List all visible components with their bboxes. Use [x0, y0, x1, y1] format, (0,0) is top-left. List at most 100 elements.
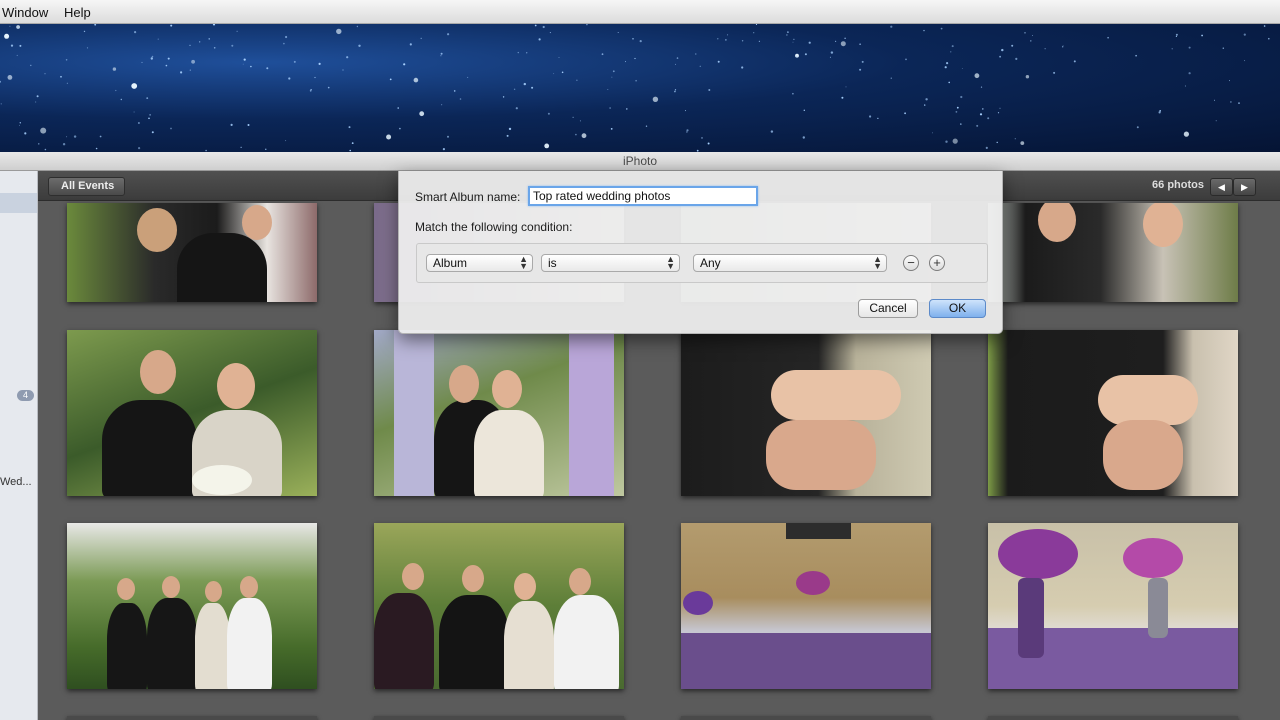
- star: [95, 147, 98, 150]
- star: [999, 107, 1001, 109]
- star: [36, 95, 39, 98]
- photo-thumbnail[interactable]: [67, 716, 317, 720]
- star: [346, 56, 349, 59]
- star: [632, 38, 634, 40]
- star: [441, 104, 443, 106]
- condition-value-popup[interactable]: Any ▲ ▼: [693, 254, 887, 272]
- photo-thumbnail[interactable]: [67, 203, 317, 302]
- photo-thumbnail[interactable]: [681, 523, 931, 689]
- star: [120, 98, 123, 101]
- star: [792, 92, 794, 95]
- condition-operator-popup[interactable]: is ▲ ▼: [541, 254, 680, 272]
- star: [397, 107, 400, 109]
- star: [149, 114, 152, 116]
- star: [134, 31, 137, 34]
- photo-thumbnail[interactable]: [681, 330, 931, 496]
- star: [802, 136, 805, 139]
- star: [1014, 138, 1016, 140]
- photo-thumbnail[interactable]: [988, 203, 1238, 302]
- sidebar-selected-item[interactable]: [0, 193, 37, 213]
- star: [459, 98, 462, 100]
- photo-thumbnail[interactable]: [988, 330, 1238, 496]
- star: [829, 56, 831, 58]
- photo-thumbnail[interactable]: [67, 523, 317, 689]
- star: [526, 52, 528, 54]
- source-list: 4 Wed...: [0, 171, 38, 720]
- star: [440, 52, 443, 55]
- star: [17, 27, 19, 29]
- remove-condition-button[interactable]: −: [903, 255, 919, 271]
- menu-help[interactable]: Help: [64, 5, 91, 20]
- star: [40, 127, 47, 134]
- star: [250, 65, 252, 68]
- star: [708, 89, 711, 91]
- photo-thumbnail[interactable]: [374, 330, 624, 496]
- star: [701, 137, 703, 139]
- star: [30, 64, 32, 67]
- cancel-button[interactable]: Cancel: [858, 299, 918, 318]
- star: [1263, 25, 1266, 27]
- photo-thumbnail[interactable]: [374, 523, 624, 689]
- window-title: iPhoto: [622, 154, 658, 168]
- album-name-input[interactable]: [528, 186, 758, 206]
- star: [409, 43, 412, 46]
- star: [808, 41, 811, 44]
- star: [786, 34, 788, 36]
- star: [170, 127, 172, 130]
- star: [609, 107, 611, 109]
- star: [1230, 101, 1232, 103]
- star: [960, 95, 963, 99]
- star: [1171, 48, 1173, 50]
- star: [830, 51, 834, 54]
- add-condition-button[interactable]: +: [929, 255, 945, 271]
- star: [572, 116, 574, 118]
- star: [841, 96, 844, 99]
- star: [982, 108, 984, 110]
- star: [652, 96, 659, 103]
- star: [318, 62, 321, 65]
- star: [741, 40, 744, 42]
- star: [167, 57, 170, 60]
- photo-count: 66 photos: [1152, 179, 1204, 191]
- star: [611, 76, 613, 78]
- star: [112, 67, 117, 71]
- star: [189, 44, 191, 46]
- smart-album-sheet: Smart Album name: Match the following co…: [398, 171, 1003, 334]
- star: [266, 67, 269, 70]
- previous-event-button[interactable]: ◀: [1210, 178, 1233, 196]
- condition-field-popup[interactable]: Album ▲ ▼: [426, 254, 533, 272]
- star: [699, 65, 701, 67]
- star: [561, 71, 564, 74]
- star: [955, 111, 958, 113]
- star: [1158, 111, 1161, 114]
- star: [342, 69, 344, 71]
- star: [133, 111, 135, 113]
- star: [141, 61, 143, 63]
- star: [890, 77, 892, 79]
- all-events-button[interactable]: All Events: [48, 177, 126, 196]
- star: [1030, 40, 1032, 42]
- star: [1107, 36, 1109, 39]
- star: [1268, 37, 1270, 40]
- photo-thumbnail[interactable]: [67, 330, 317, 496]
- minus-icon: −: [907, 255, 915, 270]
- next-event-button[interactable]: ▶: [1233, 178, 1256, 196]
- photo-thumbnail[interactable]: [988, 523, 1238, 689]
- menu-window[interactable]: Window: [2, 5, 48, 20]
- star: [944, 66, 947, 69]
- condition-row: Album ▲ ▼ is ▲ ▼ Any ▲ ▼ − +: [416, 243, 988, 283]
- star: [803, 109, 805, 112]
- star: [1073, 60, 1076, 63]
- star: [956, 106, 959, 109]
- star: [440, 55, 442, 57]
- photo-thumbnail[interactable]: [374, 716, 624, 720]
- star: [19, 44, 22, 47]
- sidebar-item-label[interactable]: Wed...: [0, 476, 32, 488]
- photo-thumbnail[interactable]: [988, 716, 1238, 720]
- ok-button[interactable]: OK: [929, 299, 986, 318]
- star: [1025, 75, 1030, 79]
- star: [502, 96, 505, 98]
- photo-thumbnail[interactable]: [681, 716, 931, 720]
- star: [165, 64, 168, 67]
- star: [309, 89, 312, 92]
